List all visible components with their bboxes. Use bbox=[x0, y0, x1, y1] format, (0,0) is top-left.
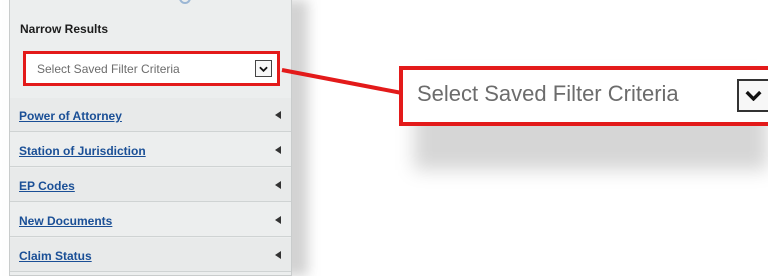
zoomed-dropdown-button bbox=[737, 79, 768, 112]
zoomed-select-text: Select Saved Filter Criteria bbox=[417, 81, 679, 106]
zoomed-saved-filter-select: Select Saved Filter Criteria bbox=[399, 66, 768, 126]
chevron-down-icon bbox=[745, 90, 762, 101]
